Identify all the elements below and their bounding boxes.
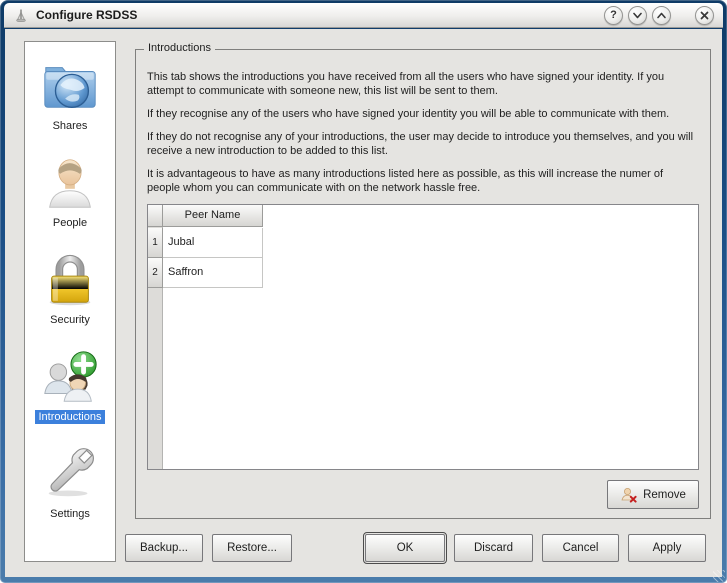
groupbox-title: Introductions [144, 42, 215, 54]
table-cell-peer-name[interactable]: Jubal [163, 228, 263, 258]
apply-button[interactable]: Apply [628, 534, 706, 562]
cancel-button[interactable]: Cancel [542, 534, 619, 562]
restore-button[interactable]: Restore... [212, 534, 292, 562]
people-add-icon [39, 346, 101, 408]
introductions-table[interactable]: Peer Name 1 Jubal 2 Saffron [147, 204, 699, 470]
sidebar: Shares People [24, 41, 116, 562]
sidebar-item-label: Security [46, 313, 94, 327]
sidebar-item-label: Introductions [35, 410, 106, 424]
column-header-peer-name[interactable]: Peer Name [163, 205, 263, 227]
configure-rsdss-window: Configure RSDSS ? [0, 0, 727, 583]
intro-paragraph-3: If they do not recognise any of your int… [147, 130, 699, 158]
client-area: Shares People [5, 29, 722, 577]
row-number[interactable]: 2 [148, 258, 163, 288]
shares-folder-globe-icon [39, 55, 101, 117]
sidebar-item-label: Shares [49, 119, 92, 133]
shade-button[interactable] [628, 6, 647, 25]
sidebar-item-security[interactable]: Security [25, 236, 115, 333]
chevron-down-icon [632, 10, 643, 21]
padlock-icon [39, 249, 101, 311]
row-number[interactable]: 1 [148, 228, 163, 258]
sidebar-item-label: Settings [46, 507, 94, 521]
table-cell-peer-name[interactable]: Saffron [163, 258, 263, 288]
introductions-groupbox: Introductions This tab shows the introdu… [135, 49, 711, 519]
chevron-up-icon [656, 10, 667, 21]
remove-person-icon [620, 486, 638, 504]
intro-paragraph-4: It is advantageous to have as many intro… [147, 167, 699, 195]
intro-paragraph-1: This tab shows the introductions you hav… [147, 70, 699, 98]
window-title: Configure RSDSS [36, 8, 137, 22]
close-button[interactable] [695, 6, 714, 25]
sidebar-item-shares[interactable]: Shares [25, 42, 115, 139]
sidebar-item-people[interactable]: People [25, 139, 115, 236]
footer-buttonbar: Backup... Restore... OK Discard Cancel A… [5, 534, 722, 562]
close-icon [699, 10, 710, 21]
sidebar-item-introductions[interactable]: Introductions [25, 333, 115, 430]
table-corner-cell [148, 205, 163, 227]
titlebar[interactable]: Configure RSDSS ? [4, 3, 723, 28]
unshade-button[interactable] [652, 6, 671, 25]
remove-button-label: Remove [643, 489, 686, 501]
sidebar-item-label: People [49, 216, 91, 230]
person-icon [39, 152, 101, 214]
help-button[interactable]: ? [604, 6, 623, 25]
antenna-icon [13, 7, 29, 23]
resize-grip[interactable] [713, 570, 725, 582]
ok-button[interactable]: OK [365, 534, 445, 562]
backup-button[interactable]: Backup... [125, 534, 203, 562]
sidebar-item-settings[interactable]: Settings [25, 430, 115, 527]
discard-button[interactable]: Discard [454, 534, 533, 562]
intro-paragraph-2: If they recognise any of the users who h… [147, 107, 699, 121]
remove-button[interactable]: Remove [607, 480, 699, 509]
wrench-icon [39, 443, 101, 505]
